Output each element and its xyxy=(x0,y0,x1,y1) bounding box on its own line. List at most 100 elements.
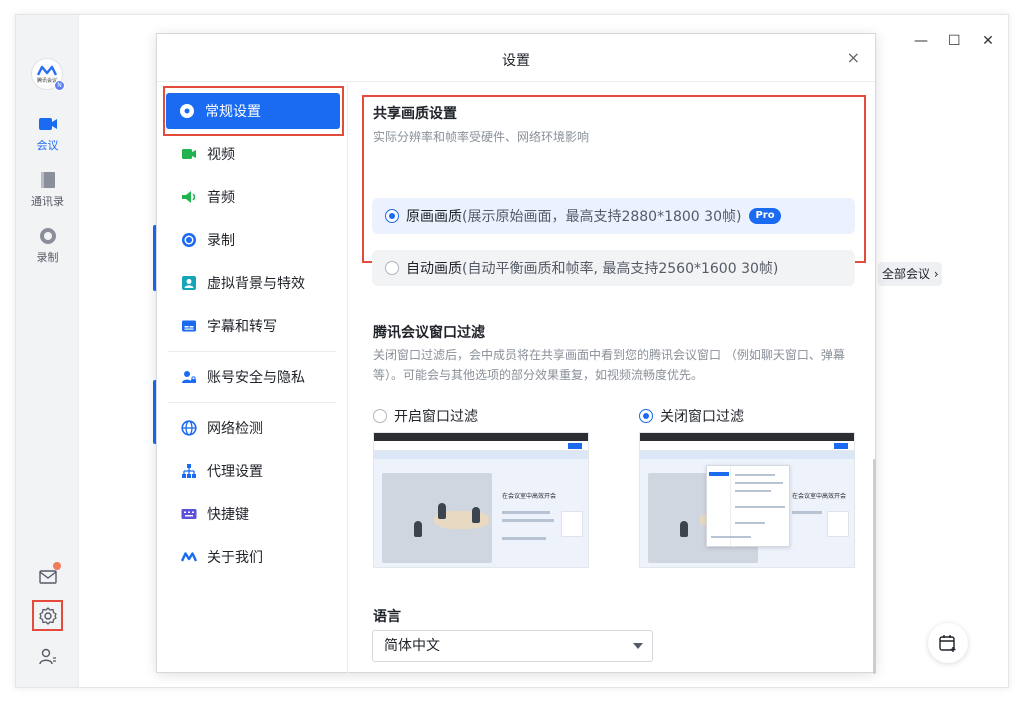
preview-filter-on: 在会议室中高效开会 xyxy=(373,432,589,568)
rail-item-recordings[interactable]: 录制 xyxy=(16,227,79,265)
video-camera-icon xyxy=(181,146,197,162)
chevron-down-icon xyxy=(633,643,643,649)
preview-person xyxy=(438,503,446,519)
option-label: 关闭窗口过滤 xyxy=(660,409,744,425)
video-camera-icon xyxy=(38,118,57,130)
all-meetings-link[interactable]: 全部会议 › xyxy=(878,262,942,286)
maximize-button[interactable]: ☐ xyxy=(948,33,961,49)
nav-item-label: 虚拟背景与特效 xyxy=(207,276,305,292)
notification-dot xyxy=(53,562,61,570)
preview-text-line xyxy=(792,511,822,514)
nav-divider xyxy=(168,351,336,352)
record-icon xyxy=(39,228,56,244)
preview-filter-off: 在会议室中高效开会 xyxy=(639,432,855,568)
preview-text-line xyxy=(502,537,546,540)
preview-person xyxy=(414,521,422,537)
app-logo[interactable]: 腾讯会议 N xyxy=(31,58,65,91)
close-window-button[interactable]: ✕ xyxy=(982,33,994,49)
language-select[interactable]: 简体中文 xyxy=(372,630,653,662)
settings-content: 共享画质设置 实际分辨率和帧率受硬件、网络环境影响 原画画质 (展示原始画面，最… xyxy=(349,83,875,673)
preview-text-line xyxy=(735,506,785,508)
radio-selected[interactable] xyxy=(385,209,399,223)
globe-icon xyxy=(181,420,197,436)
radio-selected[interactable] xyxy=(639,409,653,423)
nav-item-label: 字幕和转写 xyxy=(207,319,277,335)
preview-text-line xyxy=(502,511,550,514)
content-scrollbar[interactable] xyxy=(873,459,876,674)
keyboard-icon xyxy=(181,506,197,522)
nav-item-label: 视频 xyxy=(207,147,235,163)
quality-option-original[interactable]: 原画画质 (展示原始画面，最高支持2880*1800 30帧) Pro xyxy=(372,198,855,234)
preview-button xyxy=(834,443,848,449)
nav-item-audio[interactable]: 音频 xyxy=(168,179,340,215)
option-sub: (展示原始画面，最高支持2880*1800 30帧) xyxy=(462,209,742,225)
nav-item-subtitles[interactable]: 字幕和转写 xyxy=(168,308,340,344)
user-lock-icon xyxy=(181,369,197,385)
preview-text-line xyxy=(711,536,751,538)
preview-heading: 在会议室中高效开会 xyxy=(792,493,847,500)
preview-text-line xyxy=(735,474,775,476)
nav-item-label: 音频 xyxy=(207,190,235,206)
option-label: 原画画质 xyxy=(406,209,462,225)
nav-item-label: 录制 xyxy=(207,233,235,249)
preview-text-line xyxy=(735,490,771,492)
preview-button xyxy=(568,443,582,449)
preview-text-line xyxy=(502,519,554,522)
schedule-meeting-button[interactable] xyxy=(928,623,968,663)
window-filter-desc-line2: 等）。可能会与其他选项的部分效果重复，如视频流畅度优先。 xyxy=(373,368,704,382)
share-quality-title: 共享画质设置 xyxy=(373,106,457,122)
preview-card xyxy=(561,511,583,537)
preview-banner xyxy=(640,451,854,459)
rail-item-label: 会议 xyxy=(36,139,59,152)
dialog-title: 设置 xyxy=(502,53,530,69)
nav-item-shortcuts[interactable]: 快捷键 xyxy=(168,496,340,532)
preview-navbar xyxy=(374,441,588,451)
radio-unselected[interactable] xyxy=(385,261,399,275)
portrait-icon xyxy=(181,275,197,291)
preview-text-line xyxy=(735,522,765,524)
nav-item-virtual-background[interactable]: 虚拟背景与特效 xyxy=(168,265,340,301)
mail-icon[interactable] xyxy=(38,567,58,587)
preview-titlebar xyxy=(640,433,854,441)
speaker-icon xyxy=(181,189,197,205)
account-badge: N xyxy=(54,80,65,91)
nav-item-label: 快捷键 xyxy=(207,507,249,523)
user-switch-icon[interactable] xyxy=(38,647,58,667)
radio-unselected[interactable] xyxy=(373,409,387,423)
preview-navbar xyxy=(640,441,854,451)
filter-option-off[interactable]: 关闭窗口过滤 xyxy=(639,406,744,426)
settings-nav: 常规设置 视频 音频 录制 虚拟背景与特效 字幕和转写 账号安全与隐私 网络检测… xyxy=(157,83,348,673)
minimize-button[interactable]: — xyxy=(914,33,928,49)
subtitles-icon xyxy=(181,318,197,334)
dialog-header: 设置 × xyxy=(157,34,875,82)
nav-item-label: 网络检测 xyxy=(207,421,263,437)
rail-item-meetings[interactable]: 会议 xyxy=(16,115,79,153)
preview-titlebar xyxy=(374,433,588,441)
gear-icon[interactable] xyxy=(38,606,58,626)
window-controls: — ☐ ✕ xyxy=(914,33,994,49)
preview-settings-selected xyxy=(709,472,729,476)
quality-option-auto[interactable]: 自动画质 (自动平衡画质和帧率, 最高支持2560*1600 30帧) xyxy=(372,250,855,286)
nav-item-recording[interactable]: 录制 xyxy=(168,222,340,258)
nav-item-general[interactable]: 常规设置 xyxy=(166,93,340,129)
pro-badge: Pro xyxy=(749,208,781,224)
nav-item-account-security[interactable]: 账号安全与隐私 xyxy=(168,359,340,395)
settings-dialog: 设置 × 常规设置 视频 音频 录制 虚拟背景与特效 字幕和转写 账号安全与隐私… xyxy=(156,33,876,674)
record-icon xyxy=(181,232,197,248)
tencent-meeting-logo-icon xyxy=(37,65,57,76)
preview-heading: 在会议室中高效开会 xyxy=(502,493,557,500)
preview-person xyxy=(680,521,688,537)
close-icon[interactable]: × xyxy=(847,48,860,67)
nav-item-about[interactable]: 关于我们 xyxy=(168,539,340,575)
gear-icon xyxy=(179,103,195,119)
preview-text-line xyxy=(735,482,783,484)
nav-item-proxy[interactable]: 代理设置 xyxy=(168,453,340,489)
filter-option-on[interactable]: 开启窗口过滤 xyxy=(373,406,478,426)
option-label: 自动画质 xyxy=(406,261,462,277)
rail-item-contacts[interactable]: 通讯录 xyxy=(16,171,79,209)
nav-item-video[interactable]: 视频 xyxy=(168,136,340,172)
nav-item-network-test[interactable]: 网络检测 xyxy=(168,410,340,446)
preview-card xyxy=(827,511,849,537)
option-label: 开启窗口过滤 xyxy=(394,409,478,425)
preview-person xyxy=(472,507,480,523)
